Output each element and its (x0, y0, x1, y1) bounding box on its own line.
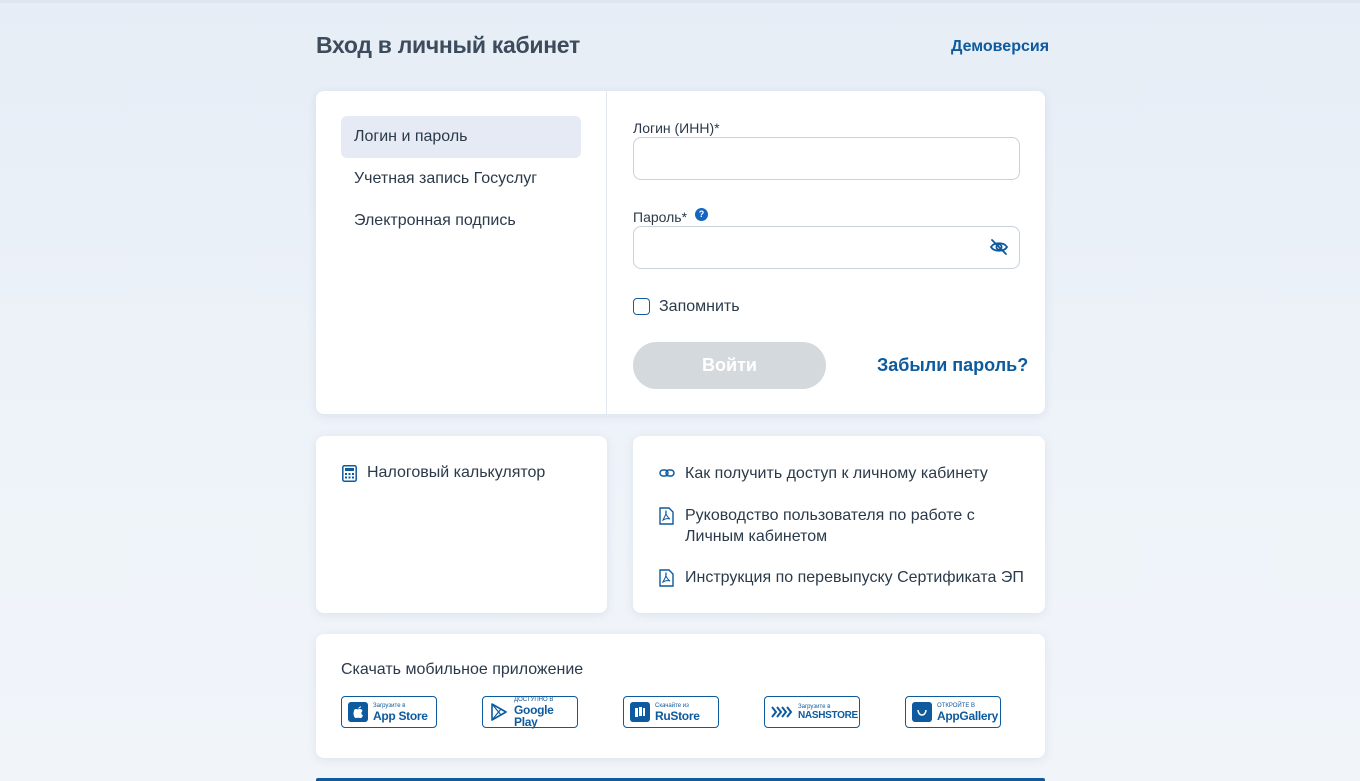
nashstore-small: Загрузите в (798, 703, 831, 710)
method-gosuslugi[interactable]: Учетная запись Госуслуг (341, 158, 581, 200)
apple-icon (348, 702, 368, 722)
hide-password-icon[interactable] (989, 237, 1009, 257)
forgot-password-link[interactable]: Забыли пароль? (877, 355, 1028, 376)
appgallery-small: ОТКРОЙТЕ В (937, 702, 976, 709)
help-links-card: Как получить доступ к личному кабинету Р… (633, 436, 1045, 613)
rustore-small: Скачайте из (655, 702, 689, 709)
nashstore-badge[interactable]: Загрузите в NASHSTORE (764, 696, 860, 728)
certificate-reissue-label: Инструкция по перевыпуску Сертификата ЭП (685, 569, 1024, 586)
user-manual-line-1: Руководство пользователя по работе с (685, 507, 975, 524)
google-play-small: ДОСТУПНО В (514, 696, 554, 703)
remember-checkbox[interactable] (633, 298, 650, 315)
login-input[interactable] (633, 137, 1020, 180)
help-icon[interactable]: ? (695, 208, 708, 221)
mobile-apps-card: Скачать мобильное приложение Загрузите в… (316, 634, 1045, 758)
appgallery-badge[interactable]: ОТКРОЙТЕ В AppGallery (905, 696, 1001, 728)
rustore-name: RuStore (655, 708, 700, 723)
password-input[interactable] (633, 226, 1020, 269)
page-title: Вход в личный кабинет (316, 32, 580, 58)
access-guide-link[interactable]: Как получить доступ к личному кабинету (659, 463, 988, 487)
remember-label: Запомнить (659, 298, 740, 315)
login-label: Логин (ИНН)* (633, 120, 720, 136)
tax-calculator-link[interactable]: Налоговый калькулятор (342, 464, 545, 482)
link-icon (659, 463, 676, 487)
google-play-name: Google Play (514, 702, 554, 729)
calculator-card: Налоговый калькулятор (316, 436, 607, 613)
method-digital-signature[interactable]: Электронная подпись (341, 200, 581, 242)
top-border (0, 0, 1360, 3)
user-manual-line-2: Личным кабинетом (685, 528, 828, 545)
certificate-reissue-link[interactable]: Инструкция по перевыпуску Сертификата ЭП (659, 567, 1024, 593)
login-card: Логин и пароль Учетная запись Госуслуг Э… (316, 91, 1045, 414)
access-guide-label: Как получить доступ к личному кабинету (685, 465, 988, 482)
user-manual-label: Руководство пользователя по работе с Лич… (685, 505, 975, 547)
nashstore-icon (771, 702, 793, 722)
tax-calculator-label: Налоговый калькулятор (367, 464, 546, 481)
method-login-password[interactable]: Логин и пароль (341, 116, 581, 158)
user-manual-link[interactable]: Руководство пользователя по работе с Лич… (659, 505, 975, 547)
rustore-icon (630, 702, 650, 722)
password-label: Пароль* (633, 209, 688, 225)
demo-version-link[interactable]: Демоверсия (951, 38, 1049, 56)
google-play-badge[interactable]: ДОСТУПНО В Google Play (482, 696, 578, 728)
google-play-icon (489, 702, 509, 722)
appgallery-name: AppGallery (937, 708, 999, 723)
pdf-icon (659, 505, 676, 531)
calculator-icon (342, 464, 357, 482)
login-divider (606, 91, 607, 414)
rustore-badge[interactable]: Скачайте из RuStore (623, 696, 719, 728)
login-button[interactable]: Войти (633, 342, 826, 389)
app-store-small: Загрузите в (373, 702, 406, 709)
appgallery-icon (912, 702, 932, 722)
pdf-icon (659, 567, 676, 593)
apps-title: Скачать мобильное приложение (341, 661, 584, 678)
app-store-badge[interactable]: Загрузите в App Store (341, 696, 437, 728)
app-store-name: App Store (373, 708, 428, 723)
nashstore-name: NASHSTORE (798, 709, 858, 721)
